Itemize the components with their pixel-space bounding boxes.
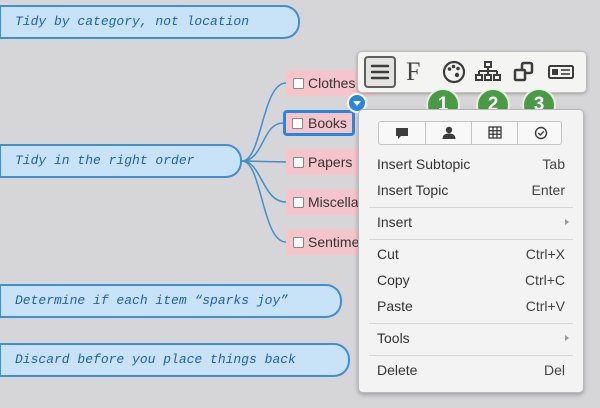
task-button[interactable] bbox=[517, 122, 563, 144]
person-button[interactable] bbox=[425, 122, 471, 144]
submenu-arrow-icon bbox=[565, 335, 569, 341]
menu-item-shortcut: Del bbox=[543, 362, 565, 378]
palette-icon bbox=[442, 60, 466, 84]
menu-item-insert-subtopic[interactable]: Insert Subtopic Tab bbox=[359, 152, 583, 176]
menu-item-label: Copy bbox=[377, 272, 410, 288]
menu-separator bbox=[369, 239, 573, 240]
menu-item-shortcut: Ctrl+X bbox=[525, 246, 565, 262]
menu-item-cut[interactable]: Cut Ctrl+X bbox=[359, 242, 583, 266]
menu-item-label: Cut bbox=[377, 246, 399, 262]
menu-item-shortcut: Tab bbox=[542, 156, 565, 172]
font-icon: F bbox=[406, 57, 421, 86]
structure-icon bbox=[475, 61, 501, 81]
comment-button[interactable] bbox=[379, 122, 425, 144]
menu-item-shortcut: Enter bbox=[531, 182, 565, 198]
check-circle-icon bbox=[534, 126, 548, 140]
checkbox[interactable] bbox=[293, 237, 304, 248]
menu-separator bbox=[369, 323, 573, 324]
card-button[interactable] bbox=[545, 56, 577, 88]
menu-item-label: Delete bbox=[377, 362, 418, 378]
checkbox[interactable] bbox=[293, 78, 304, 89]
person-icon bbox=[442, 126, 456, 139]
menu-button[interactable] bbox=[364, 56, 396, 88]
checkbox[interactable] bbox=[293, 197, 304, 208]
checkbox[interactable] bbox=[293, 157, 304, 168]
menu-item-shortcut: Ctrl+C bbox=[524, 272, 565, 288]
context-menu: Insert Subtopic Tab Insert Topic Enter I… bbox=[358, 109, 584, 393]
mindmap-canvas[interactable]: Tidy by category, not location Tidy in t… bbox=[0, 0, 600, 408]
link-icon bbox=[513, 61, 534, 82]
menu-separator bbox=[369, 207, 573, 208]
topic-sparks-joy[interactable]: Determine if each item “sparks joy” bbox=[0, 284, 342, 318]
relationship-button[interactable] bbox=[508, 56, 540, 88]
floating-toolbar: F bbox=[357, 51, 587, 93]
subtopic-label: Papers bbox=[308, 154, 353, 170]
topic-tidy-in-order[interactable]: Tidy in the right order bbox=[0, 144, 242, 178]
menu-icon-row bbox=[378, 121, 562, 145]
menu-item-insert[interactable]: Insert bbox=[359, 210, 583, 234]
menu-item-label: Insert Subtopic bbox=[377, 156, 471, 172]
menu-item-label: Paste bbox=[377, 298, 413, 314]
menu-item-shortcut: Ctrl+V bbox=[525, 298, 565, 314]
menu-item-label: Insert bbox=[377, 214, 413, 230]
checkbox[interactable] bbox=[292, 118, 303, 129]
structure-button[interactable] bbox=[472, 56, 504, 88]
grid-icon bbox=[488, 126, 502, 139]
card-icon bbox=[548, 65, 574, 79]
menu-item-tools[interactable]: Tools bbox=[359, 326, 583, 350]
submenu-arrow-icon bbox=[565, 219, 569, 225]
subtopic-books[interactable]: Books bbox=[283, 110, 355, 136]
menu-item-label: Insert Topic bbox=[377, 182, 449, 198]
font-button[interactable]: F bbox=[402, 56, 434, 88]
table-button[interactable] bbox=[471, 122, 517, 144]
menu-separator bbox=[369, 355, 573, 356]
menu-item-label: Tools bbox=[377, 330, 410, 346]
menu-item-paste[interactable]: Paste Ctrl+V bbox=[359, 294, 583, 318]
subtopic-label: Books bbox=[308, 115, 347, 131]
menu-icon bbox=[370, 64, 390, 80]
subtopic-label: Clothes bbox=[308, 75, 356, 91]
comment-icon bbox=[396, 128, 408, 139]
menu-item-insert-topic[interactable]: Insert Topic Enter bbox=[359, 178, 583, 202]
menu-item-copy[interactable]: Copy Ctrl+C bbox=[359, 268, 583, 292]
topic-tidy-by-category[interactable]: Tidy by category, not location bbox=[0, 5, 300, 39]
topic-discard-before[interactable]: Discard before you place things back bbox=[0, 343, 350, 377]
style-button[interactable] bbox=[438, 56, 470, 88]
menu-item-delete[interactable]: Delete Del bbox=[359, 358, 583, 382]
